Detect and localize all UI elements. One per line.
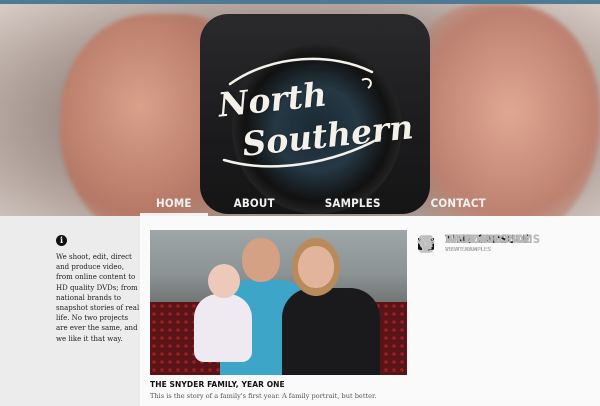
category-subtitle: SEE IT ALL	[445, 247, 475, 253]
intro-blurb: We shoot, edit, direct and produce video…	[56, 253, 140, 343]
photo-baby-head	[208, 264, 240, 298]
nav-contact[interactable]: CONTACT	[415, 190, 502, 216]
photo-baby-body	[194, 294, 252, 362]
nav-about[interactable]: ABOUT	[218, 190, 291, 216]
nav-samples[interactable]: SAMPLES	[309, 190, 397, 216]
photo-woman-top	[282, 288, 380, 375]
featured-description: This is the story of a family's first ye…	[150, 392, 377, 400]
hero-banner: North Southern	[0, 4, 600, 216]
category-name: VIEW ALL	[445, 233, 500, 246]
site-logo[interactable]: North Southern	[212, 54, 415, 174]
nav-home[interactable]: HOME	[140, 190, 208, 216]
featured-title[interactable]: THE SNYDER FAMILY, YEAR ONE	[150, 380, 285, 389]
photo-man-face	[242, 238, 280, 282]
photo-woman-face	[298, 246, 334, 288]
info-icon: i	[56, 235, 67, 246]
lightbulb-icon	[418, 235, 434, 252]
main-nav: HOME ABOUT SAMPLES CONTACT	[140, 190, 502, 216]
featured-video-thumbnail[interactable]	[150, 230, 407, 375]
hero-photo-hand-right	[400, 4, 600, 216]
